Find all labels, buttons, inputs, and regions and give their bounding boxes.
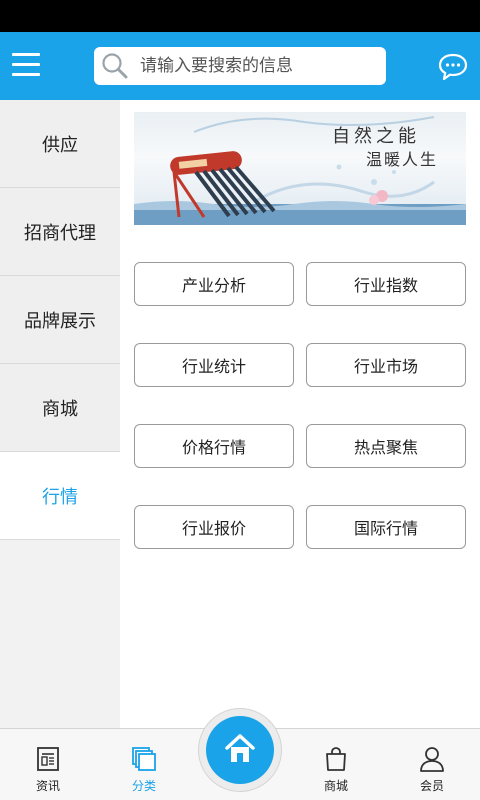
message-icon[interactable]: [437, 52, 469, 82]
industry-quotes-button[interactable]: 行业报价: [134, 505, 294, 549]
search-input[interactable]: [140, 51, 376, 81]
tab-member-label: 会员: [419, 779, 444, 793]
sidebar-item-market[interactable]: 行情: [0, 452, 120, 540]
industry-market-button[interactable]: 行业市场: [306, 343, 466, 387]
banner-title: 自然之能: [332, 126, 420, 147]
sidebar-item-supply[interactable]: 供应: [0, 100, 120, 188]
tab-member[interactable]: 会员: [384, 729, 480, 800]
sidebar-item-mall[interactable]: 商城: [0, 364, 120, 452]
hot-topics-button[interactable]: 热点聚焦: [306, 424, 466, 468]
price-quotes-button[interactable]: 价格行情: [134, 424, 294, 468]
banner-subtitle: 温暖人生: [366, 150, 439, 169]
search-icon: [102, 53, 128, 79]
sidebar-item-franchise[interactable]: 招商代理: [0, 188, 120, 276]
menu-icon-line: [12, 63, 40, 66]
status-bar: [0, 0, 480, 32]
header: [0, 32, 480, 100]
news-icon: [37, 747, 59, 771]
international-market-button[interactable]: 国际行情: [306, 505, 466, 549]
tab-mall-label: 商城: [323, 779, 348, 793]
industry-index-button[interactable]: 行业指数: [306, 262, 466, 306]
menu-icon-line: [12, 53, 40, 56]
tab-mall[interactable]: 商城: [288, 729, 384, 800]
industry-statistics-button[interactable]: 行业统计: [134, 343, 294, 387]
sidebar-item-brands[interactable]: 品牌展示: [0, 276, 120, 364]
content-panel: 自然之能 温暖人生 产业分析 行业指数 行业统计 行业市场 价格行情 热点聚焦 …: [120, 100, 480, 728]
tab-news[interactable]: 资讯: [0, 729, 96, 800]
shopping-bag-icon: [326, 747, 346, 771]
menu-button[interactable]: [12, 52, 42, 78]
category-icon: [132, 747, 156, 771]
category-sidebar: 供应 招商代理 品牌展示 商城 行情: [0, 100, 120, 728]
home-icon: [225, 734, 255, 762]
search-box[interactable]: [94, 47, 386, 85]
menu-icon-line: [12, 73, 40, 76]
industry-analysis-button[interactable]: 产业分析: [134, 262, 294, 306]
tab-category[interactable]: 分类: [96, 729, 192, 800]
home-button[interactable]: [206, 716, 274, 784]
promo-banner[interactable]: 自然之能 温暖人生: [134, 112, 466, 225]
tab-news-label: 资讯: [35, 779, 60, 793]
tab-category-label: 分类: [131, 779, 156, 793]
user-icon: [420, 747, 444, 772]
